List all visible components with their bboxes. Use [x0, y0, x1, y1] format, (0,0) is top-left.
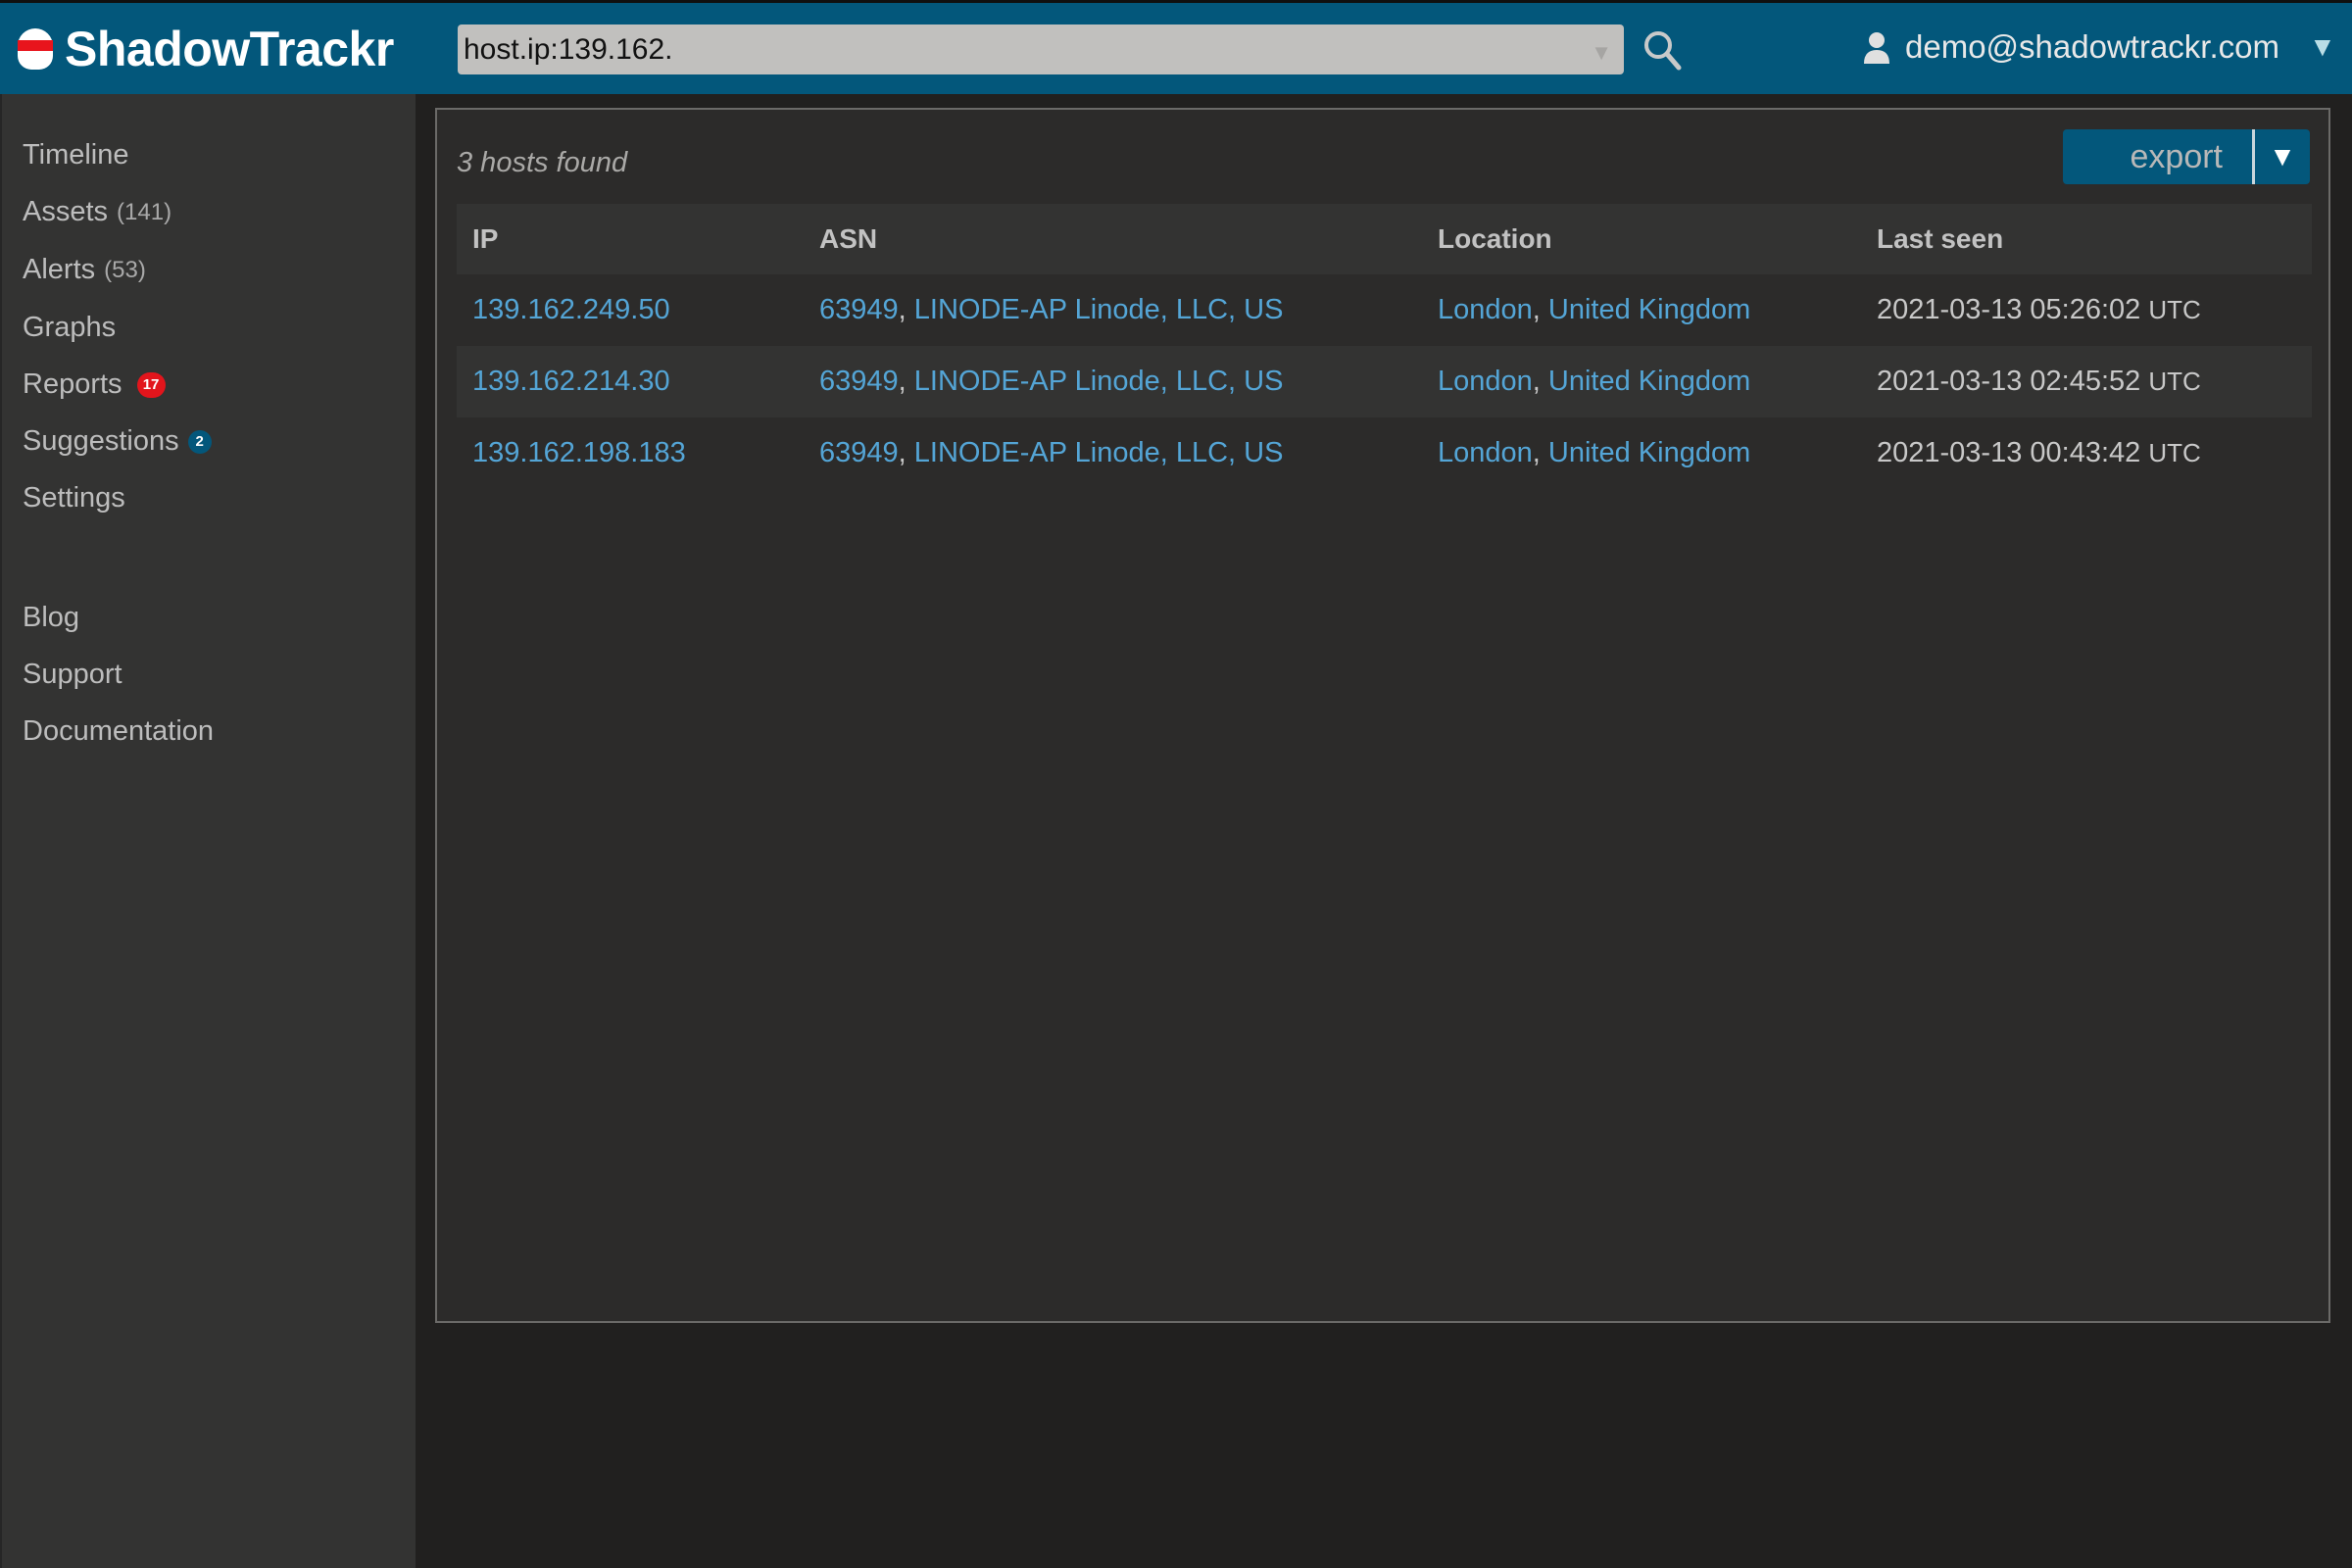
timezone-label: UTC [2148, 295, 2201, 324]
sidebar-item-graphs[interactable]: Graphs [23, 312, 116, 344]
table-header: IP ASN Location Last seen [457, 204, 2312, 274]
ip-link[interactable]: 139.162.249.50 [472, 294, 670, 325]
sidebar-item-label: Suggestions [23, 425, 179, 457]
city-link[interactable]: London [1438, 437, 1533, 468]
sidebar: Timeline Assets (141) Alerts (53) Graphs… [0, 94, 416, 1568]
column-header-asn[interactable]: ASN [819, 223, 1438, 255]
timezone-label: UTC [2148, 367, 2201, 396]
shadowtrackr-logo-icon [12, 21, 59, 77]
sidebar-link-blog[interactable]: Blog [23, 602, 79, 634]
top-navbar: ShadowTrackr ▼ demo@shadowtrackr.com ▼ [0, 0, 2352, 94]
export-button-group: export ▼ [2063, 129, 2310, 184]
timezone-label: UTC [2148, 438, 2201, 467]
user-menu[interactable]: demo@shadowtrackr.com ▼ [1862, 28, 2336, 66]
table-row: 139.162.198.183 63949, LINODE-AP Linode,… [472, 437, 2201, 468]
search-input[interactable] [458, 32, 1565, 67]
column-header-location[interactable]: Location [1438, 223, 1877, 255]
user-icon [1864, 32, 1889, 64]
country-link[interactable]: United Kingdom [1548, 437, 1750, 468]
user-menu-caret-icon[interactable]: ▼ [2309, 31, 2336, 63]
user-email: demo@shadowtrackr.com [1905, 28, 2279, 65]
asn-name-link[interactable]: LINODE-AP Linode, LLC, US [914, 294, 1284, 325]
country-link[interactable]: United Kingdom [1548, 294, 1750, 325]
asn-number-link[interactable]: 63949 [819, 366, 899, 397]
sidebar-item-assets[interactable]: Assets (141) [23, 196, 172, 228]
asn-name-link[interactable]: LINODE-AP Linode, LLC, US [914, 366, 1284, 397]
table-row: 139.162.214.30 63949, LINODE-AP Linode, … [457, 346, 2312, 417]
search-button[interactable] [1642, 28, 1685, 72]
logo[interactable]: ShadowTrackr [12, 21, 394, 77]
table-row: 139.162.249.50 63949, LINODE-AP Linode, … [472, 294, 2201, 325]
asn-name-link[interactable]: LINODE-AP Linode, LLC, US [914, 437, 1284, 468]
assets-count: (141) [117, 198, 172, 225]
hosts-table: IP ASN Location Last seen 139.162.249.50… [457, 204, 2312, 489]
export-button[interactable]: export [2063, 129, 2252, 184]
city-link[interactable]: London [1438, 294, 1533, 325]
export-menu-caret-icon[interactable]: ▼ [2255, 129, 2310, 184]
column-header-ip[interactable]: IP [457, 223, 819, 255]
sidebar-item-reports[interactable]: Reports 17 [23, 368, 166, 401]
sidebar-item-label: Assets [23, 196, 109, 227]
app-name: ShadowTrackr [65, 22, 394, 76]
sidebar-link-support[interactable]: Support [23, 659, 122, 691]
suggestions-badge: 2 [187, 429, 212, 454]
sidebar-link-label: Blog [23, 602, 80, 633]
search-history-caret-icon[interactable]: ▼ [1591, 40, 1612, 66]
sidebar-item-label: Settings [23, 482, 125, 514]
sidebar-link-documentation[interactable]: Documentation [23, 715, 214, 748]
sidebar-item-label: Timeline [23, 139, 129, 171]
sidebar-item-suggestions[interactable]: Suggestions 2 [23, 425, 212, 458]
last-seen-time: 2021-03-13 00:43:42 [1877, 437, 2141, 468]
sidebar-item-timeline[interactable]: Timeline [23, 139, 129, 172]
ip-link[interactable]: 139.162.214.30 [472, 366, 670, 397]
reports-badge: 17 [136, 371, 166, 398]
last-seen-time: 2021-03-13 05:26:02 [1877, 294, 2141, 325]
column-header-last-seen[interactable]: Last seen [1877, 223, 2312, 255]
sidebar-link-label: Support [23, 659, 122, 690]
search-box: ▼ [458, 24, 1624, 74]
results-panel: 3 hosts found export ▼ IP ASN Location L… [435, 108, 2330, 1323]
sidebar-item-alerts[interactable]: Alerts (53) [23, 254, 146, 286]
last-seen-time: 2021-03-13 02:45:52 [1877, 366, 2141, 397]
sidebar-item-label: Graphs [23, 312, 117, 343]
alerts-count: (53) [104, 256, 146, 283]
sidebar-item-settings[interactable]: Settings [23, 482, 125, 514]
sidebar-item-label: Alerts [23, 254, 96, 285]
country-link[interactable]: United Kingdom [1548, 366, 1750, 397]
city-link[interactable]: London [1438, 366, 1533, 397]
sidebar-link-label: Documentation [23, 715, 215, 747]
ip-link[interactable]: 139.162.198.183 [472, 437, 686, 468]
results-summary: 3 hosts found [457, 147, 628, 178]
sidebar-item-label: Reports [23, 368, 122, 400]
search-icon [1644, 31, 1682, 71]
asn-number-link[interactable]: 63949 [819, 294, 899, 325]
asn-number-link[interactable]: 63949 [819, 437, 899, 468]
